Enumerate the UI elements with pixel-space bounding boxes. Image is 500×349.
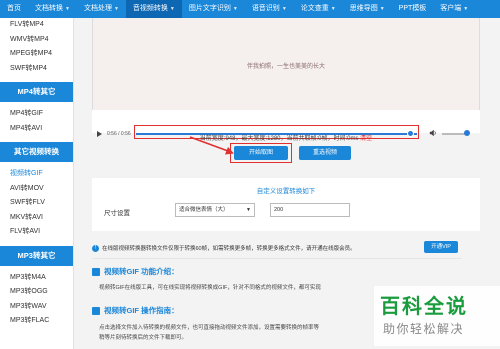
size-preset-select[interactable]: 适合微信表情（大） ▼ <box>175 203 255 217</box>
chevron-down-icon: ▼ <box>463 6 469 12</box>
watermark-slogan: 助你轻松解决 <box>383 322 465 336</box>
sidebar-section-header: MP4转其它 <box>0 82 73 102</box>
sidebar: FLV转MP4 WMV转MP4 MPEG转MP4 SWF转MP4 MP4转其它 … <box>0 18 74 349</box>
settings-title: 自定义设置转换如下 <box>256 188 316 195</box>
nav-item-label: 文档处理 <box>83 5 112 12</box>
chevron-down-icon: ▼ <box>169 6 175 12</box>
video-caption: 伴我拍照，一生也美美的长大 <box>246 63 325 70</box>
sidebar-link-current[interactable]: 视频转GIF <box>0 167 73 182</box>
watermark: 百科全说 助你轻松解决 <box>374 286 500 346</box>
chevron-down-icon: ▼ <box>65 6 70 12</box>
video-frame[interactable]: 伴我拍照，一生也美美的长大 <box>92 18 480 110</box>
nav-item-label: PPT模板 <box>398 5 427 12</box>
intro-title: 视频转GIF 功能介绍： <box>104 267 179 276</box>
watermark-logo-text: 百科全说 <box>380 296 468 318</box>
nav-item-label: 文档转换 <box>35 5 63 12</box>
chevron-down-icon: ▼ <box>246 207 251 213</box>
notice-text: 在线版视频转换器转换文件仅限于转换60帧，如需转换更多帧，转换更多格式文件，请开… <box>102 246 356 252</box>
sidebar-link[interactable]: AVI转MOV <box>0 182 73 197</box>
chevron-down-icon: ▼ <box>379 6 385 12</box>
sidebar-link[interactable]: MP4转GIF <box>0 107 73 122</box>
clear-link[interactable]: 清空 <box>360 136 372 142</box>
sidebar-link[interactable]: MP3转M4A <box>0 271 73 286</box>
reselect-video-button[interactable]: 重选视频 <box>299 146 351 160</box>
nav-item-label: 图片文字识别 <box>188 5 231 12</box>
nav-item-label: 语音识别 <box>251 5 280 12</box>
size-input[interactable]: 200 <box>270 203 350 217</box>
nav-item[interactable]: 客户端 ▼ <box>433 0 475 18</box>
open-vip-button[interactable]: 开通VIP <box>424 241 458 253</box>
section-marker-icon <box>92 267 100 276</box>
chevron-down-icon: ▼ <box>232 6 238 12</box>
guide-heading: 视频转GIF 操作指南： <box>92 305 179 316</box>
nav-item-label: 思维导图 <box>349 5 378 12</box>
nav-item-label: 首页 <box>7 5 21 12</box>
size-label: 尺寸设置 <box>104 210 130 217</box>
size-preset-value: 适合微信表情（大） <box>179 207 229 213</box>
start-capture-button[interactable]: 开始取图 <box>234 146 288 160</box>
divider <box>92 258 462 259</box>
sidebar-link[interactable]: SWF转FLV <box>0 196 73 211</box>
sidebar-link[interactable]: MP4转AVI <box>0 122 73 137</box>
sidebar-link[interactable]: MP3转FLAC <box>0 314 73 329</box>
info-icon: ! <box>92 244 99 252</box>
settings-panel: 自定义设置转换如下 尺寸设置 适合微信表情（大） ▼ 200 <box>92 178 480 231</box>
notice-bar: ! 在线版视频转换器转换文件仅限于转换60帧，如需转换更多帧，转换更多格式文件，… <box>92 239 480 257</box>
chevron-down-icon: ▼ <box>330 6 336 12</box>
nav-item[interactable]: 语音识别 ▼ <box>245 0 294 18</box>
nav-item-label: 客户端 <box>440 5 462 12</box>
nav-item-label: 论文查重 <box>300 5 329 12</box>
nav-item[interactable]: 思维导图 ▼ <box>343 0 392 18</box>
sidebar-link[interactable]: FLV转AVI <box>0 225 73 240</box>
nav-item[interactable]: PPT模板 <box>392 0 434 18</box>
sidebar-section-header: 其它视频转换 <box>0 142 73 162</box>
section-marker-icon <box>92 306 100 315</box>
frame-info: 当前宽度:948，最大宽度:1280，当前共取帧:0帧，时间:0ms 清空 <box>92 133 480 142</box>
nav-item[interactable]: 图片文字识别 ▼ <box>182 0 245 18</box>
chevron-down-icon: ▼ <box>113 6 119 12</box>
nav-item[interactable]: 文档处理 ▼ <box>77 0 126 18</box>
video-player: 伴我拍照，一生也美美的长大 0:56 / 0:56 <box>92 18 480 139</box>
nav-item[interactable]: 论文查重 ▼ <box>294 0 343 18</box>
nav-item[interactable]: 首页 <box>0 0 28 18</box>
intro-heading: 视频转GIF 功能介绍： <box>92 266 179 277</box>
sidebar-link[interactable]: MPEG转MP4 <box>0 47 73 62</box>
sidebar-link[interactable]: WMV转MP4 <box>0 33 73 48</box>
top-nav: 首页 文档转换 ▼ 文档处理 ▼ 音视频转换 ▼ 图片文字识别 ▼ 语音识别 ▼ 论文查重 ▼ 思维导图 ▼… <box>0 0 500 18</box>
nav-item[interactable]: 音视频转换 ▼ <box>125 0 182 18</box>
sidebar-link[interactable]: FLV转MP4 <box>0 18 73 33</box>
sidebar-link[interactable]: SWF转MP4 <box>0 62 73 77</box>
sidebar-link[interactable]: MP3转WAV <box>0 300 73 315</box>
sidebar-link[interactable]: MKV转AVI <box>0 211 73 226</box>
sidebar-link[interactable]: MP3转OGG <box>0 285 73 300</box>
nav-item-label: 音视频转换 <box>132 5 168 12</box>
chevron-down-icon: ▼ <box>281 6 287 12</box>
nav-item[interactable]: 文档转换 ▼ <box>28 0 77 18</box>
guide-title: 视频转GIF 操作指南： <box>104 306 179 315</box>
sidebar-section-header: MP3转其它 <box>0 245 73 266</box>
